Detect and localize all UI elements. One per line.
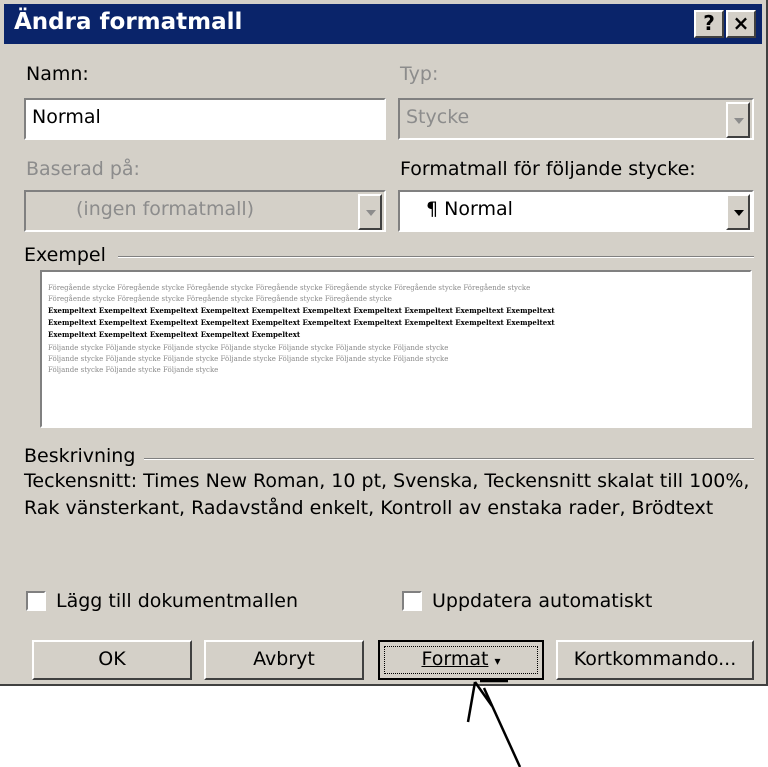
shortcut-key-button-label: Kortkommando... — [573, 648, 737, 670]
name-value: Normal — [32, 106, 101, 128]
based-on-select[interactable]: (ingen formatmall) — [24, 190, 386, 232]
preview-next-line: Följande stycke Följande stycke Följande… — [48, 366, 219, 374]
title-bar[interactable]: Ändra formatmall ? × — [4, 4, 762, 44]
preview-sample-line: Exempeltext Exempeltext Exempeltext Exem… — [48, 330, 301, 339]
modify-style-dialog: Ändra formatmall ? × Namn: Normal Typ: S… — [0, 0, 768, 686]
ok-button[interactable]: OK — [32, 640, 192, 680]
chevron-down-icon — [734, 210, 744, 216]
help-icon: ? — [703, 11, 715, 35]
name-label: Namn: — [26, 63, 89, 85]
preview-previous-line: Föregående stycke Föregående stycke Före… — [48, 284, 531, 292]
auto-update-label[interactable]: Uppdatera automatiskt — [432, 590, 652, 612]
next-style-select[interactable]: ¶ Normal — [398, 190, 754, 232]
based-on-label: Baserad på: — [26, 158, 140, 180]
arrow-pointer-icon — [466, 679, 522, 767]
type-value: Stycke — [406, 106, 470, 128]
close-icon: × — [732, 11, 750, 35]
type-dropdown-button[interactable] — [726, 102, 750, 138]
shortcut-key-button[interactable]: Kortkommando... — [556, 640, 754, 680]
cancel-button-label: Avbryt — [253, 648, 315, 670]
next-style-dropdown-button[interactable] — [726, 194, 750, 230]
description-text: Teckensnitt: Times New Roman, 10 pt, Sve… — [24, 470, 750, 519]
auto-update-checkbox[interactable] — [402, 591, 422, 611]
description-label: Beskrivning — [24, 445, 136, 467]
help-button[interactable]: ? — [694, 10, 724, 38]
close-button[interactable]: × — [726, 10, 756, 38]
pilcrow-icon: ¶ — [426, 198, 439, 220]
based-on-dropdown-button[interactable] — [358, 194, 382, 230]
ok-button-label: OK — [98, 648, 126, 670]
next-style-value: Normal — [444, 198, 513, 220]
add-to-template-checkbox[interactable] — [26, 591, 46, 611]
chevron-down-icon — [366, 210, 376, 216]
description-group-line — [144, 458, 754, 460]
dialog-title: Ändra formatmall — [14, 9, 243, 35]
preview-sample-line: Exempeltext Exempeltext Exempeltext Exem… — [48, 306, 555, 315]
add-to-template-label[interactable]: Lägg till dokumentmallen — [56, 590, 298, 612]
name-input[interactable]: Normal — [24, 98, 386, 140]
preview-label: Exempel — [24, 244, 106, 266]
preview-group-line — [118, 256, 754, 258]
preview-previous-line: Föregående stycke Föregående stycke Före… — [48, 295, 392, 303]
type-label: Typ: — [400, 63, 439, 85]
preview-sample-line: Exempeltext Exempeltext Exempeltext Exem… — [48, 318, 555, 327]
next-style-label: Formatmall för följande stycke: — [400, 158, 696, 180]
preview-next-line: Följande stycke Följande stycke Följande… — [48, 355, 449, 363]
based-on-value: (ingen formatmall) — [76, 198, 255, 220]
type-select[interactable]: Stycke — [398, 98, 754, 140]
chevron-down-icon — [734, 118, 744, 124]
cancel-button[interactable]: Avbryt — [204, 640, 364, 680]
preview-next-line: Följande stycke Följande stycke Följande… — [48, 344, 449, 352]
